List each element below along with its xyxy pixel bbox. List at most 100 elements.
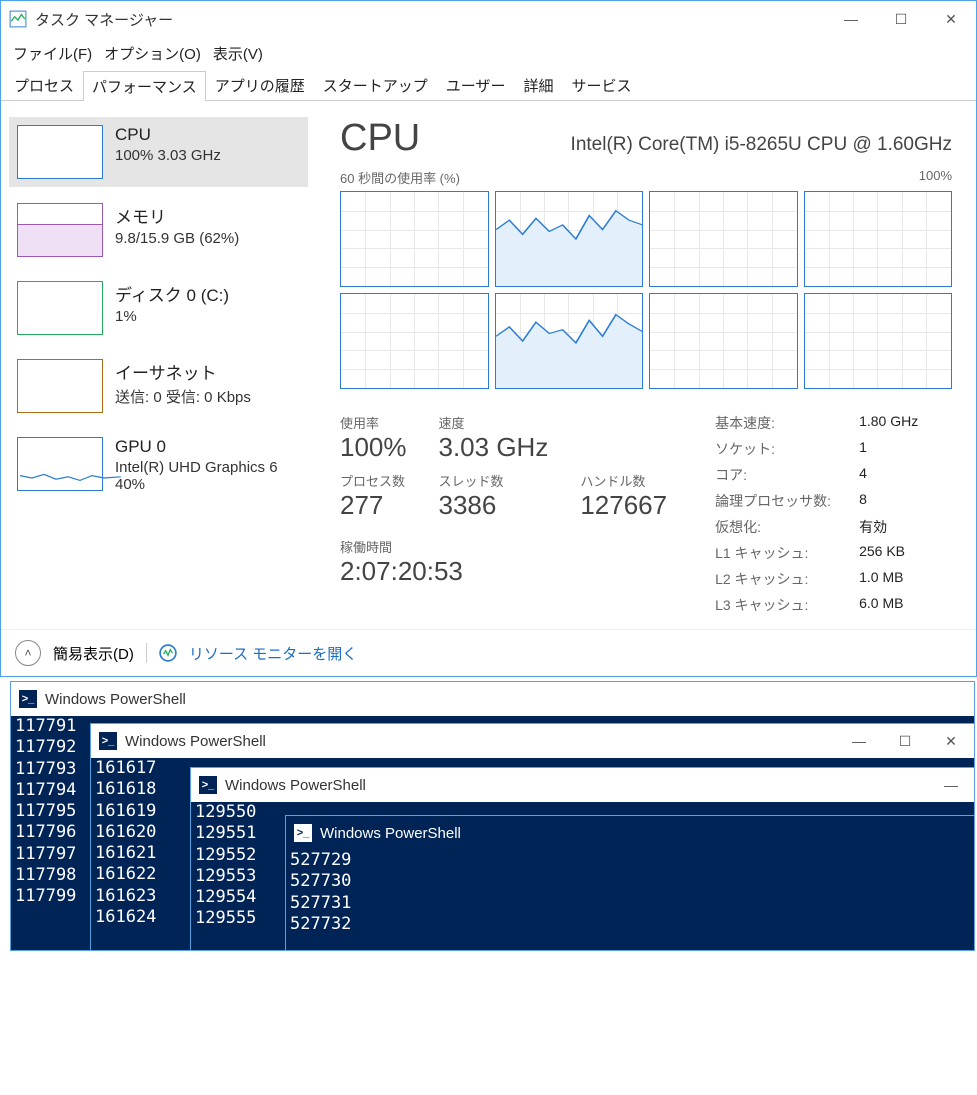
base-speed-value: 1.80 GHz [859,413,918,433]
minimize-button[interactable]: — [836,733,882,750]
powershell-icon: >_ [99,732,117,750]
cores-value: 4 [859,465,867,485]
util-label: 使用率 [340,413,407,432]
cpu-core-graph-7 [804,293,953,389]
uptime-value: 2:07:20:53 [340,556,667,587]
sidebar-ethernet-name: イーサネット [115,359,251,384]
tab-services[interactable]: サービス [562,70,640,100]
speed-label: 速度 [439,413,549,432]
powershell-icon: >_ [199,776,217,794]
detail-title: CPU [340,117,420,160]
sidebar-gpu-sub: Intel(R) UHD Graphics 6 [115,459,278,476]
minimize-button[interactable]: — [826,1,876,37]
stats: 使用率100% 速度3.03 GHz プロセス数277 スレッド数3386 ハン… [340,413,952,621]
powershell-title: Windows PowerShell [45,691,974,708]
menu-options[interactable]: オプション(O) [100,41,205,66]
sidebar-item-cpu[interactable]: CPU 100% 3.03 GHz [9,117,308,187]
sidebar-cpu-name: CPU [115,125,221,145]
divider [146,643,147,663]
processes-label: プロセス数 [340,471,407,490]
tab-startup[interactable]: スタートアップ [314,70,437,100]
speed-value: 3.03 GHz [439,432,549,463]
util-value: 100% [340,432,407,463]
cpu-core-graph-3 [804,191,953,287]
powershell-icon: >_ [19,690,37,708]
virtualization-key: 仮想化: [715,517,835,537]
threads-value: 3386 [439,490,549,521]
window-title: タスク マネージャー [35,9,826,30]
ethernet-mini-graph [17,359,103,413]
tab-users[interactable]: ユーザー [437,70,515,100]
app-icon [9,10,27,28]
cpu-core-graph-5 [495,293,644,389]
close-button[interactable]: ✕ [928,733,974,750]
detail-panel: CPU Intel(R) Core(TM) i5-8265U CPU @ 1.6… [316,101,976,629]
memory-mini-graph [17,203,103,257]
cpu-mini-graph [17,125,103,179]
close-button[interactable]: ✕ [926,1,976,37]
sidebar-gpu-name: GPU 0 [115,437,278,457]
cpu-core-graph-0 [340,191,489,287]
sidebar-ethernet-sub: 送信: 0 受信: 0 Kbps [115,386,251,407]
handles-value: 127667 [580,490,667,521]
cores-key: コア: [715,465,835,485]
sidebar-disk-sub: 1% [115,308,229,325]
cpu-core-graph-2 [649,191,798,287]
sidebar-disk-name: ディスク 0 (C:) [115,281,229,306]
l3-cache-value: 6.0 MB [859,595,903,615]
sockets-key: ソケット: [715,439,835,459]
maximize-button[interactable]: ☐ [882,733,928,750]
menu-file[interactable]: ファイル(F) [9,41,96,66]
powershell-title: Windows PowerShell [225,777,920,794]
tab-processes[interactable]: プロセス [5,70,83,100]
powershell-output-4: 527729 527730 527731 527732 [286,850,974,935]
titlebar[interactable]: タスク マネージャー — ☐ ✕ [1,1,976,37]
disk-mini-graph [17,281,103,335]
cpu-core-graph-1 [495,191,644,287]
l3-cache-key: L3 キャッシュ: [715,595,835,615]
powershell-icon: >_ [294,824,312,842]
graph-right-label: 100% [919,168,952,187]
resource-monitor-icon [159,644,177,662]
base-speed-key: 基本速度: [715,413,835,433]
cpu-model: Intel(R) Core(TM) i5-8265U CPU @ 1.60GHz [571,134,952,156]
powershell-title: Windows PowerShell [125,733,828,750]
fewer-details-link[interactable]: 簡易表示(D) [53,643,134,664]
l1-cache-value: 256 KB [859,543,905,563]
tab-performance[interactable]: パフォーマンス [83,71,206,101]
minimize-button[interactable]: — [928,777,974,793]
menu-view[interactable]: 表示(V) [209,41,267,66]
tab-apphistory[interactable]: アプリの履歴 [206,70,314,100]
graph-left-label: 60 秒間の使用率 (%) [340,168,460,187]
powershell-window-4[interactable]: >_ Windows PowerShell 527729 527730 5277… [285,815,975,951]
maximize-button[interactable]: ☐ [876,1,926,37]
resource-monitor-link[interactable]: リソース モニターを開く [189,643,357,664]
window-controls: — ☐ ✕ [826,1,976,37]
stats-right: 基本速度:1.80 GHz ソケット:1 コア:4 論理プロセッサ数:8 仮想化… [715,413,918,621]
sidebar-cpu-sub: 100% 3.03 GHz [115,147,221,164]
sidebar-gpu-sub2: 40% [115,476,278,493]
sidebar-memory-sub: 9.8/15.9 GB (62%) [115,230,239,247]
powershell-stack: >_ Windows PowerShell 117791 117792 1177… [0,677,977,952]
sidebar-item-ethernet[interactable]: イーサネット 送信: 0 受信: 0 Kbps [9,351,308,421]
sidebar-item-gpu[interactable]: GPU 0 Intel(R) UHD Graphics 6 40% [9,429,308,501]
footer: ˄ 簡易表示(D) リソース モニターを開く [1,629,976,676]
threads-label: スレッド数 [439,471,549,490]
sockets-value: 1 [859,439,867,459]
sidebar-item-memory[interactable]: メモリ 9.8/15.9 GB (62%) [9,195,308,265]
cpu-core-grid [340,191,952,389]
gpu-mini-graph [17,437,103,491]
uptime-label: 稼働時間 [340,537,667,556]
fewer-details-icon[interactable]: ˄ [15,640,41,666]
virtualization-value: 有効 [859,517,887,537]
sidebar-memory-name: メモリ [115,203,239,228]
sidebar: CPU 100% 3.03 GHz メモリ 9.8/15.9 GB (62%) … [1,101,316,629]
l1-cache-key: L1 キャッシュ: [715,543,835,563]
performance-body: CPU 100% 3.03 GHz メモリ 9.8/15.9 GB (62%) … [1,101,976,629]
cpu-core-graph-4 [340,293,489,389]
powershell-title: Windows PowerShell [320,825,974,842]
sidebar-item-disk[interactable]: ディスク 0 (C:) 1% [9,273,308,343]
cpu-core-graph-6 [649,293,798,389]
tabs: プロセス パフォーマンス アプリの履歴 スタートアップ ユーザー 詳細 サービス [1,70,976,101]
tab-details[interactable]: 詳細 [514,70,562,100]
